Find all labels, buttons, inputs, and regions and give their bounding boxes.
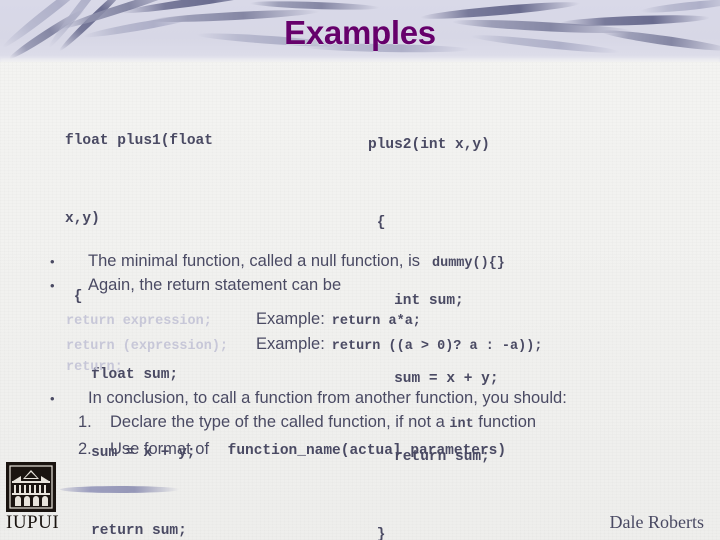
- list-item-label: The minimal function, called a null func…: [88, 252, 420, 270]
- ordered-marker: 2.: [78, 440, 92, 458]
- list-item-label: Again, the return statement can be: [88, 276, 342, 294]
- step-text-prefix: Use format of: [110, 440, 214, 458]
- code-block-plus1: float plus1(float x,y) { float sum; sum …: [65, 76, 213, 540]
- bullet-marker-icon: •: [50, 254, 55, 269]
- return-form-row: return (expression); Example: return ((a…: [66, 335, 542, 354]
- bullet-marker-icon: •: [50, 278, 55, 293]
- step-text-prefix: Declare the type of the called function,…: [110, 413, 450, 431]
- page-title: Examples: [284, 14, 436, 51]
- bullet-marker-icon: •: [50, 391, 55, 406]
- iupui-logo: IUPUI: [6, 462, 60, 533]
- list-item: • The minimal function, called a null fu…: [50, 252, 505, 271]
- inline-code-dummy: dummy(){}: [432, 256, 505, 271]
- slide: Examples float plus1(float x,y) { float …: [0, 0, 720, 540]
- list-item: • In conclusion, to call a function from…: [50, 389, 567, 408]
- list-item: • Again, the return statement can be: [50, 276, 341, 295]
- example-label: Example:: [256, 310, 325, 328]
- code-line: {: [368, 215, 386, 231]
- return-form-example: return ((a > 0)? a : -a));: [331, 339, 543, 354]
- code-line: return sum;: [65, 523, 187, 539]
- iupui-logo-label: IUPUI: [6, 512, 60, 533]
- brush-stroke-decoration: [639, 0, 720, 16]
- step-text-suffix: function: [473, 413, 537, 431]
- list-item-label: In conclusion, to call a function from a…: [88, 389, 567, 407]
- author-name: Dale Roberts: [609, 512, 704, 532]
- ordered-list-item: 2. Use format of function_name(actual pa…: [78, 440, 506, 459]
- example-label: Example:: [256, 335, 325, 353]
- code-line: float plus1(float: [65, 133, 213, 149]
- ordered-list-item: 1. Declare the type of the called functi…: [78, 413, 536, 432]
- footer-brush-stroke-decoration: [60, 486, 180, 493]
- return-form-syntax: return (expression);: [66, 339, 229, 354]
- inline-code-function-name: function_name(actual parameters): [227, 443, 507, 459]
- ordered-marker: 1.: [78, 413, 92, 431]
- iupui-logo-mark-icon: [6, 462, 56, 512]
- return-form-syntax: return expression;: [66, 314, 212, 329]
- inline-code-int: int: [449, 417, 474, 432]
- return-form-row: return expression; Example: return a*a;: [66, 310, 421, 329]
- return-form-example: return a*a;: [331, 314, 421, 329]
- code-line: plus2(int x,y): [368, 137, 490, 153]
- code-line: x,y): [65, 211, 100, 227]
- return-form-syntax: return;: [66, 360, 123, 375]
- code-line: }: [368, 527, 386, 540]
- return-form-row: return;: [66, 360, 256, 375]
